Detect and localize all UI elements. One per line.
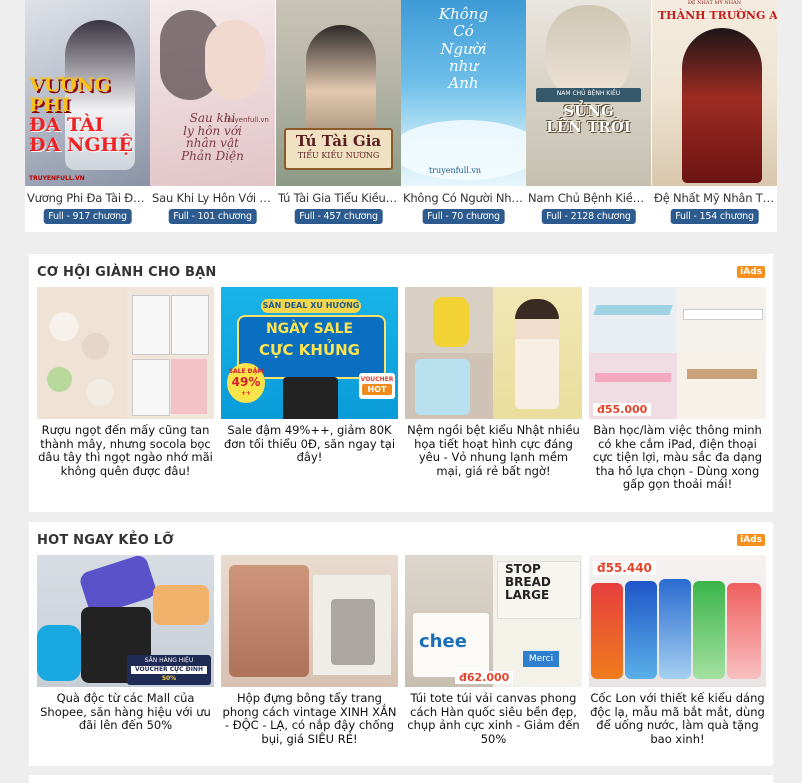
ad-caption[interactable]: Rượu ngọt đến mấy cũng tan thành mây, nh…	[37, 423, 214, 478]
price-tag: đ55.440	[593, 561, 656, 575]
ad-image[interactable]: đ55.440	[589, 555, 766, 687]
book-title[interactable]: Nam Chủ Bệnh Kiều, Sủng Lên Trời	[528, 191, 649, 205]
book-title[interactable]: Sau Khi Ly Hôn Với Nhân Vật Phản Diện	[152, 191, 273, 205]
book-title[interactable]: Vương Phi Đa Tài Đa Nghệ	[27, 191, 148, 205]
ad-caption[interactable]: Quà độc từ các Mall của Shopee, săn hàng…	[37, 691, 214, 733]
ad-image[interactable]: SĂN HÀNG HIỆU VOUCHER CỰC ĐỈNH 50%	[37, 555, 214, 687]
book-cover[interactable]: VƯƠNG PHI ĐA TÀI ĐA NGHỆ TRUYENFULL.VN	[25, 0, 150, 186]
book-status-badge: Full - 917 chương	[43, 209, 132, 224]
iads-badge[interactable]: iAds	[737, 534, 765, 546]
ad-caption[interactable]: Sale đậm 49%++, giảm 80K đơn tối thiểu 0…	[221, 423, 398, 465]
book-status-badge: Full - 70 chương	[422, 209, 505, 224]
ad-caption[interactable]: Cốc Lon với thiết kế kiểu dáng độc lạ, m…	[589, 691, 766, 746]
book-status-badge: Full - 2128 chương	[541, 209, 636, 224]
book-title[interactable]: Tú Tài Gia Tiểu Kiều Nương	[278, 191, 399, 205]
ad-image[interactable]	[221, 555, 398, 687]
book-title[interactable]: Không Có Người Như Anh	[403, 191, 524, 205]
ads-section: CƠ HỘI GIÀNH CHO BẠN iAds Rượu ngọt đến …	[29, 254, 773, 512]
section-title: HOT NGAY KẺO LỠ	[37, 533, 174, 548]
ad-image[interactable]: chee STOP BREAD LARGE Merci đ62.000	[405, 555, 582, 687]
ad-caption[interactable]: Hộp đựng bông tẩy trang phong cách vinta…	[221, 691, 398, 746]
ad-image[interactable]: SĂN DEAL XU HƯỚNG NGÀY SALE CỰC KHỦNG SA…	[221, 287, 398, 419]
price-tag: đ62.000	[455, 671, 514, 684]
book-cover[interactable]: ĐỆ NHẤT MỸ NHÂN THÀNH TRƯỜNG AN	[652, 0, 777, 186]
ad-image[interactable]	[405, 287, 582, 419]
book-status-badge: Full - 101 chương	[168, 209, 257, 224]
book-cover[interactable]: NAM CHỦ BỆNH KIỀU SỦNG LÊN TRỜI	[526, 0, 651, 186]
book-title[interactable]: Đệ Nhất Mỹ Nhân Thành Trường An	[654, 191, 775, 205]
ad-caption[interactable]: Túi tote túi vải canvas phong cách Hàn q…	[405, 691, 582, 746]
next-section-edge	[29, 775, 773, 783]
ads-section: HOT NGAY KẺO LỠ iAds SĂN HÀNG HIỆU VOUCH…	[29, 522, 773, 766]
book-status-badge: Full - 154 chương	[670, 209, 759, 224]
book-status-badge: Full - 457 chương	[294, 209, 383, 224]
iads-badge[interactable]: iAds	[737, 266, 765, 278]
ad-image[interactable]	[37, 287, 214, 419]
section-title: CƠ HỘI GIÀNH CHO BẠN	[37, 265, 217, 280]
book-cover[interactable]: Không Có Người như Anh truyenfull.vn	[401, 0, 526, 186]
book-cover[interactable]: Tú Tài Gia TIỂU KIỀU NƯƠNG	[276, 0, 401, 186]
price-tag: đ55.000	[593, 403, 652, 416]
ad-caption[interactable]: Bàn học/làm việc thông minh có khe cắm i…	[589, 423, 766, 492]
ad-caption[interactable]: Nệm ngồi bệt kiểu Nhật nhiều họa tiết ho…	[405, 423, 582, 478]
ad-image[interactable]: đ55.000	[589, 287, 766, 419]
book-cover[interactable]: Sau khi ly hôn với nhân vật Phản Diện tr…	[150, 0, 275, 186]
book-list: VƯƠNG PHI ĐA TÀI ĐA NGHỆ TRUYENFULL.VN V…	[25, 0, 777, 232]
